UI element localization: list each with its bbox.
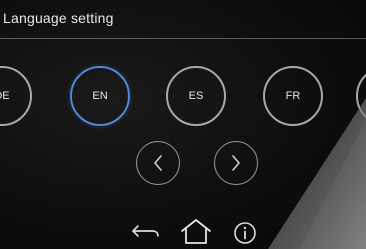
back-button[interactable] bbox=[129, 219, 163, 243]
language-button-de[interactable]: DE bbox=[0, 66, 32, 126]
next-page-button[interactable] bbox=[214, 141, 258, 185]
chevron-right-icon bbox=[232, 155, 240, 171]
language-label-es: ES bbox=[188, 90, 204, 102]
info-icon bbox=[234, 222, 256, 244]
chevron-left-icon bbox=[154, 155, 162, 171]
info-button[interactable] bbox=[232, 220, 258, 246]
header-divider bbox=[0, 38, 366, 39]
home-icon bbox=[181, 219, 211, 244]
back-arrow-icon bbox=[132, 225, 159, 237]
previous-page-button[interactable] bbox=[136, 141, 180, 185]
home-button[interactable] bbox=[178, 216, 214, 246]
language-button-fr[interactable]: FR bbox=[263, 66, 323, 126]
language-label-fr: FR bbox=[285, 90, 301, 102]
language-button-es[interactable]: ES bbox=[166, 66, 226, 126]
language-button-next-partial[interactable] bbox=[356, 66, 366, 126]
language-setting-screen: Language setting DE EN ES FR bbox=[0, 0, 366, 249]
page-title: Language setting bbox=[3, 10, 114, 26]
language-label-de: DE bbox=[0, 90, 10, 102]
language-button-en[interactable]: EN bbox=[70, 66, 130, 126]
language-label-en: EN bbox=[92, 90, 108, 102]
